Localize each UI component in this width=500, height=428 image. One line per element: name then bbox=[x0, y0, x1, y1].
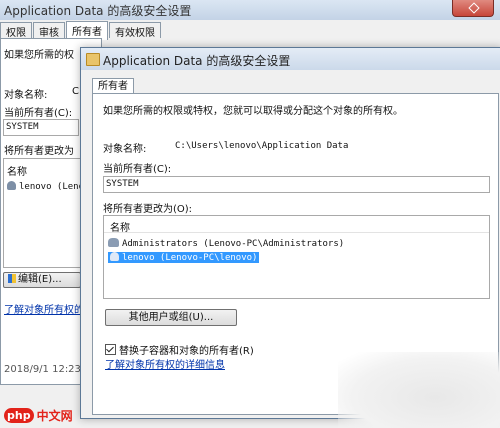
other-users-or-groups-button[interactable]: 其他用户或组(U)... bbox=[105, 309, 237, 326]
tab-effective-permissions[interactable]: 有效权限 bbox=[109, 22, 161, 39]
background-current-owner-field[interactable]: SYSTEM bbox=[3, 119, 79, 136]
change-owner-label: 将所有者更改为(O): bbox=[103, 204, 193, 215]
current-owner-label: 当前所有者(C): bbox=[103, 164, 172, 175]
background-change-owner-label: 将所有者更改为 bbox=[4, 146, 74, 157]
current-owner-value: SYSTEM bbox=[106, 179, 139, 189]
background-window-title: Application Data 的高级安全设置 bbox=[4, 4, 192, 18]
current-owner-field[interactable]: SYSTEM bbox=[103, 176, 490, 193]
user-icon bbox=[110, 252, 119, 261]
owner-list-item-label: lenovo (Lenovo-PC\lenovo) bbox=[122, 253, 258, 263]
background-object-value: C bbox=[72, 86, 79, 97]
object-name-label: 对象名称: bbox=[103, 144, 147, 155]
close-icon[interactable] bbox=[452, 0, 494, 17]
list-item-administrators[interactable]: Administrators (Lenovo-PC\Administrators… bbox=[108, 238, 344, 249]
background-tab-strip: 权限 审核 所有者 有效权限 bbox=[0, 21, 162, 40]
tab-owner-active[interactable]: 所有者 bbox=[92, 78, 134, 94]
object-name-value: C:\Users\lenovo\Application Data bbox=[175, 141, 349, 151]
shield-icon bbox=[8, 274, 16, 283]
background-name-header: 名称 bbox=[7, 167, 27, 178]
timestamp-text: 2018/9/1 12:23 bbox=[4, 364, 81, 375]
background-current-owner-label: 当前所有者(C): bbox=[4, 108, 73, 119]
background-current-owner-value: SYSTEM bbox=[6, 122, 39, 132]
tab-auditing[interactable]: 审核 bbox=[33, 22, 65, 39]
group-icon bbox=[108, 238, 119, 247]
background-object-label: 对象名称: bbox=[4, 90, 48, 101]
owner-list[interactable]: 名称 Administrators (Lenovo-PC\Administrat… bbox=[103, 215, 490, 299]
replace-owner-checkbox[interactable] bbox=[105, 344, 116, 355]
user-icon bbox=[7, 181, 16, 190]
dialog-title: Application Data 的高级安全设置 bbox=[103, 54, 291, 68]
header-divider bbox=[104, 232, 489, 233]
background-learn-link[interactable]: 了解对象所有权的 bbox=[4, 301, 84, 316]
owner-list-item-label: Administrators (Lenovo-PC\Administrators… bbox=[122, 239, 345, 249]
list-item-lenovo-selected[interactable]: lenovo (Lenovo-PC\lenovo) bbox=[108, 252, 260, 263]
dialog-title-bar: Application Data 的高级安全设置 bbox=[81, 48, 500, 70]
intro-text: 如果您所需的权限或特权，您就可以取得或分配这个对象的所有权。 bbox=[103, 106, 403, 117]
background-list-item-label: lenovo (Leno bbox=[19, 182, 85, 192]
logo-site: 中文网 bbox=[36, 408, 73, 423]
edit-button-label: 编辑(E)... bbox=[18, 274, 62, 285]
edit-button[interactable]: 编辑(E)... bbox=[3, 272, 81, 288]
background-owner-list[interactable]: 名称 lenovo (Leno bbox=[3, 158, 84, 268]
replace-owner-option[interactable]: 替换子容器和对象的所有者(R) bbox=[105, 342, 254, 357]
background-title-bar: Application Data 的高级安全设置 bbox=[0, 0, 500, 20]
logo-brand: php bbox=[4, 407, 34, 423]
watermark-blur bbox=[338, 352, 500, 428]
list-item[interactable]: lenovo (Leno bbox=[7, 181, 84, 192]
background-intro-text: 如果您所需的权 bbox=[4, 50, 74, 61]
learn-ownership-link[interactable]: 了解对象所有权的详细信息 bbox=[105, 356, 225, 371]
tab-permissions[interactable]: 权限 bbox=[0, 22, 32, 39]
folder-icon bbox=[86, 53, 100, 66]
php-cn-logo: php 中文网 bbox=[4, 405, 73, 425]
